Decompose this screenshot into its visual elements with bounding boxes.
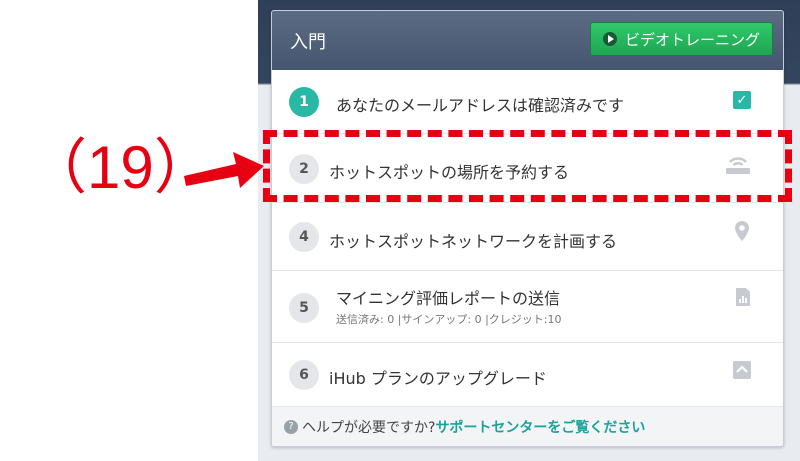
callout-arrow-icon bbox=[184, 152, 264, 188]
map-pin-icon bbox=[735, 221, 749, 241]
step-label: あなたのメールアドレスは確認済みです bbox=[336, 96, 625, 115]
highlight-dashed-box bbox=[263, 130, 792, 202]
step-number: 5 bbox=[289, 293, 319, 323]
step-label: ホットスポットネットワークを計画する bbox=[329, 232, 618, 251]
step-row-mining-report[interactable]: 5 マイニング評価レポートの送信 送信済み: 0 |サインアップ: 0 |クレジ… bbox=[272, 271, 783, 343]
help-icon: ? bbox=[284, 419, 298, 434]
step-label: iHub プランのアップグレード bbox=[329, 369, 547, 388]
step-number: 1 bbox=[289, 87, 319, 117]
step-row-plan-network[interactable]: 4 ホットスポットネットワークを計画する bbox=[272, 203, 783, 271]
step-number: 6 bbox=[289, 360, 319, 390]
step-row-upgrade-plan[interactable]: 6 iHub プランのアップグレード bbox=[272, 343, 783, 406]
report-icon bbox=[736, 288, 750, 306]
step-stats: 送信済み: 0 |サインアップ: 0 |クレジット:10 bbox=[336, 313, 562, 326]
support-center-link[interactable]: サポートセンターをご覧ください bbox=[435, 417, 645, 437]
video-training-label: ビデオトレーニング bbox=[625, 30, 761, 49]
checkbox-checked-icon: ✓ bbox=[733, 91, 751, 109]
step-label: マイニング評価レポートの送信 bbox=[336, 289, 561, 308]
panel-title: 入門 bbox=[290, 32, 326, 53]
upgrade-icon bbox=[733, 361, 751, 379]
play-icon bbox=[603, 32, 617, 46]
help-footer: ? ヘルプが必要ですか? サポートセンターをご覧ください bbox=[272, 406, 783, 446]
help-text: ヘルプが必要ですか? bbox=[302, 419, 436, 436]
step-number: 4 bbox=[289, 222, 319, 252]
step-row-email-verified[interactable]: 1 あなたのメールアドレスは確認済みです ✓ bbox=[272, 70, 783, 134]
video-training-button[interactable]: ビデオトレーニング bbox=[590, 22, 773, 56]
getting-started-panel: 入門 ビデオトレーニング 1 あなたのメールアドレスは確認済みです ✓ 2 ホッ… bbox=[271, 10, 784, 447]
panel-header: 入門 ビデオトレーニング bbox=[272, 11, 783, 70]
